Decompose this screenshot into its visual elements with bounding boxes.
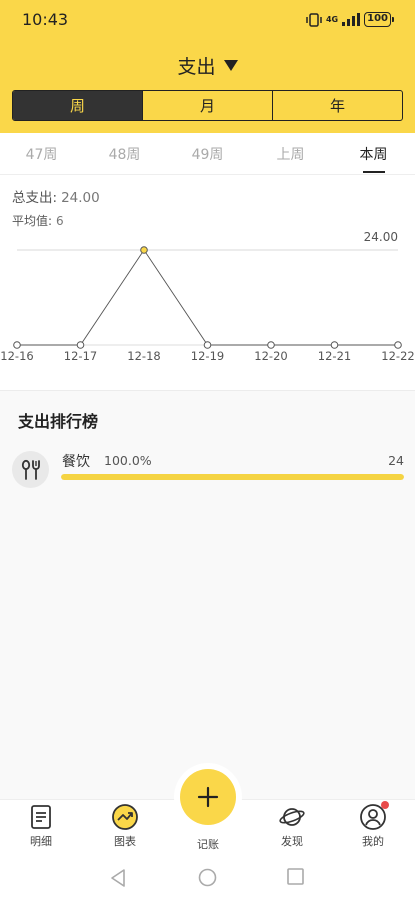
header-area: 10:43 4G 100 支出 周 月 年 bbox=[0, 0, 415, 133]
ranking-section: 支出排行榜 餐饮 100.0% 24 bbox=[0, 391, 415, 799]
tab-week-48[interactable]: 48周 bbox=[83, 133, 166, 174]
network-icon: 4G bbox=[325, 14, 339, 24]
tab-week-47[interactable]: 47周 bbox=[0, 133, 83, 174]
page-title: 支出 bbox=[177, 56, 216, 78]
notification-dot bbox=[381, 801, 389, 809]
ranking-item-name: 餐饮 bbox=[62, 454, 90, 470]
ranking-title: 支出排行榜 bbox=[18, 412, 99, 431]
total-label: 总支出: bbox=[12, 190, 58, 206]
nav-discover[interactable]: 发现 bbox=[262, 804, 322, 849]
segment-month[interactable]: 月 bbox=[142, 91, 272, 120]
nav-profile-label: 我的 bbox=[362, 835, 384, 848]
ranking-item-amount: 24 bbox=[388, 453, 404, 468]
ranking-progress-bar bbox=[61, 474, 404, 480]
back-icon[interactable] bbox=[109, 868, 127, 888]
nav-details[interactable]: 明细 bbox=[11, 804, 71, 849]
dining-icon bbox=[12, 451, 49, 488]
recents-icon[interactable] bbox=[287, 868, 304, 885]
data-point bbox=[13, 341, 21, 349]
type-dropdown[interactable]: 支出 bbox=[177, 52, 238, 79]
chart-trend-icon bbox=[112, 804, 138, 830]
data-point bbox=[394, 341, 402, 349]
nav-charts[interactable]: 图表 bbox=[95, 804, 155, 849]
x-tick-label: 12-19 bbox=[191, 349, 224, 363]
document-icon bbox=[28, 804, 54, 830]
max-value-label: 24.00 bbox=[364, 230, 398, 244]
system-nav bbox=[0, 855, 415, 900]
vibrate-icon bbox=[306, 12, 322, 27]
planet-icon bbox=[279, 804, 305, 830]
home-icon[interactable] bbox=[198, 868, 217, 887]
x-tick-label: 12-16 bbox=[0, 349, 33, 363]
ranking-item-percent: 100.0% bbox=[104, 453, 152, 468]
x-tick-label: 12-17 bbox=[64, 349, 97, 363]
data-point bbox=[203, 341, 212, 349]
status-time: 10:43 bbox=[22, 10, 69, 29]
week-tabs: 47周 48周 49周 上周 本周 bbox=[0, 133, 415, 175]
data-point bbox=[267, 341, 275, 349]
segment-year[interactable]: 年 bbox=[272, 91, 402, 120]
series-line bbox=[17, 249, 398, 346]
tab-week-49[interactable]: 49周 bbox=[166, 133, 249, 174]
expense-line-chart: 24.00 12-16 12-17 12-18 12-19 12-20 12-21 12-22 bbox=[0, 230, 414, 363]
status-icons: 4G 100 bbox=[306, 12, 394, 27]
nav-details-label: 明细 bbox=[30, 835, 52, 848]
nav-discover-label: 发现 bbox=[281, 835, 303, 848]
x-tick-label: 12-20 bbox=[254, 349, 287, 363]
signal-icon bbox=[342, 13, 361, 26]
user-icon bbox=[360, 801, 389, 830]
add-record-button[interactable] bbox=[180, 769, 236, 825]
nav-charts-label: 图表 bbox=[114, 835, 136, 848]
x-tick-label: 12-22 bbox=[381, 349, 414, 363]
data-point bbox=[330, 341, 339, 349]
ranking-item[interactable]: 餐饮 100.0% 24 bbox=[12, 446, 404, 496]
x-tick-label: 12-21 bbox=[318, 349, 351, 363]
plus-icon bbox=[197, 786, 219, 808]
ranking-progress-fill bbox=[61, 474, 404, 480]
period-segment: 周 月 年 bbox=[12, 90, 403, 121]
data-point bbox=[76, 341, 85, 349]
status-bar: 10:43 4G 100 bbox=[0, 0, 415, 40]
nav-profile[interactable]: 我的 bbox=[343, 801, 403, 849]
tab-this-week[interactable]: 本周 bbox=[332, 133, 415, 174]
battery-icon: 100 bbox=[364, 12, 394, 27]
total-value: 24.00 bbox=[61, 190, 100, 206]
segment-week[interactable]: 周 bbox=[13, 91, 142, 120]
nav-record-label: 记账 bbox=[197, 838, 219, 851]
caret-down-icon bbox=[223, 60, 238, 71]
data-point bbox=[140, 246, 148, 254]
x-tick-label: 12-18 bbox=[127, 349, 160, 363]
tab-last-week[interactable]: 上周 bbox=[249, 133, 332, 174]
